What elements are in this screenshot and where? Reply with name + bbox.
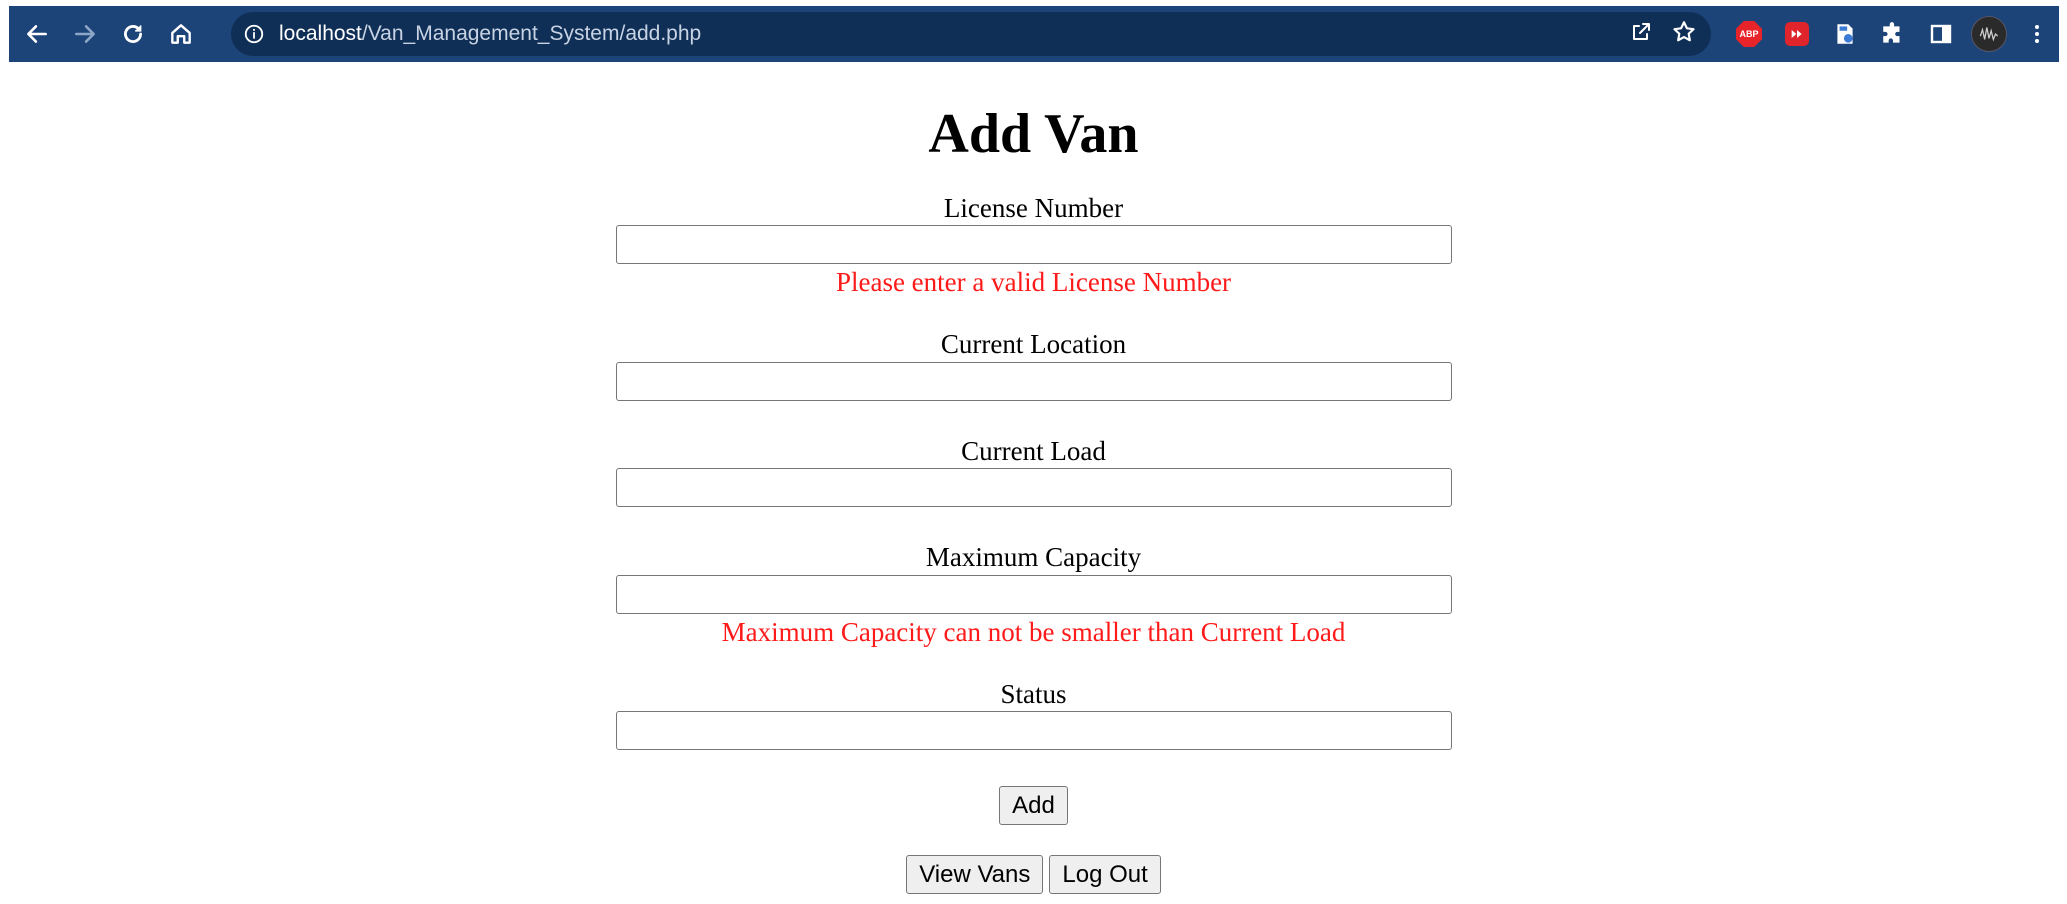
home-button[interactable]: [161, 14, 201, 54]
license-number-label: License Number: [943, 192, 1124, 223]
back-button[interactable]: [17, 14, 57, 54]
browser-toolbar: localhost/Van_Management_System/add.php …: [9, 6, 2059, 62]
status-input[interactable]: [615, 711, 1452, 751]
maximum-capacity-input[interactable]: [615, 575, 1452, 615]
current-location-group: Current Location: [0, 328, 2067, 401]
current-load-label: Current Load: [961, 435, 1106, 466]
current-load-group: Current Load: [0, 435, 2067, 508]
arrow-left-icon: [27, 25, 47, 43]
fast-forward-icon: [1785, 22, 1809, 46]
reload-icon: [124, 25, 142, 43]
reload-button[interactable]: [113, 14, 153, 54]
arrow-right-icon: [75, 25, 95, 43]
shield-extension[interactable]: [1821, 12, 1869, 56]
status-label: Status: [1000, 678, 1067, 709]
avatar: [1971, 16, 2007, 52]
nav-buttons: View Vans Log Out: [0, 855, 2067, 895]
log-out-button[interactable]: Log Out: [1049, 855, 1161, 895]
maximum-capacity-label: Maximum Capacity: [925, 542, 1142, 573]
url-text[interactable]: localhost/Van_Management_System/add.php: [279, 22, 701, 46]
extensions-button[interactable]: [1869, 12, 1917, 56]
license-number-error: Please enter a valid License Number: [835, 267, 1232, 298]
license-number-input[interactable]: [615, 225, 1452, 265]
menu-button[interactable]: [2013, 12, 2061, 56]
profile-button[interactable]: [1965, 12, 2013, 56]
view-vans-button[interactable]: View Vans: [906, 855, 1044, 895]
current-location-input[interactable]: [615, 361, 1452, 401]
submit-row: Add: [0, 786, 2067, 826]
home-icon: [171, 24, 191, 44]
url-host: localhost: [279, 22, 362, 45]
side-panel-button[interactable]: [1917, 12, 1965, 56]
page-title: Add Van: [928, 103, 1139, 165]
kebab-menu-icon: [2035, 25, 2039, 43]
extensions-area: ABP: [1725, 12, 2061, 56]
forward-button[interactable]: [65, 14, 105, 54]
adblock-icon: ABP: [1736, 21, 1762, 47]
puzzle-icon: [1883, 22, 1900, 43]
license-number-group: License Number Please enter a valid Lice…: [0, 192, 2067, 298]
browser-chrome: localhost/Van_Management_System/add.php …: [0, 0, 2067, 64]
address-bar[interactable]: localhost/Van_Management_System/add.php: [231, 12, 1711, 56]
adblock-extension[interactable]: ABP: [1725, 12, 1773, 56]
shield-icon: [1837, 24, 1853, 44]
url-path: /Van_Management_System/add.php: [361, 22, 702, 45]
share-icon[interactable]: [1629, 20, 1653, 49]
info-icon[interactable]: [243, 23, 265, 45]
maximum-capacity-group: Maximum Capacity Maximum Capacity can no…: [0, 543, 2067, 647]
current-location-label: Current Location: [940, 328, 1127, 359]
status-group: Status: [0, 678, 2067, 751]
media-extension[interactable]: [1773, 12, 1821, 56]
page-content: Add Van License Number Please enter a va…: [0, 64, 2067, 904]
side-panel-icon: [1930, 24, 1952, 44]
current-load-input[interactable]: [615, 468, 1452, 508]
add-button[interactable]: Add: [999, 786, 1068, 826]
bookmark-star-icon[interactable]: [1671, 19, 1697, 50]
maximum-capacity-error: Maximum Capacity can not be smaller than…: [721, 617, 1346, 648]
